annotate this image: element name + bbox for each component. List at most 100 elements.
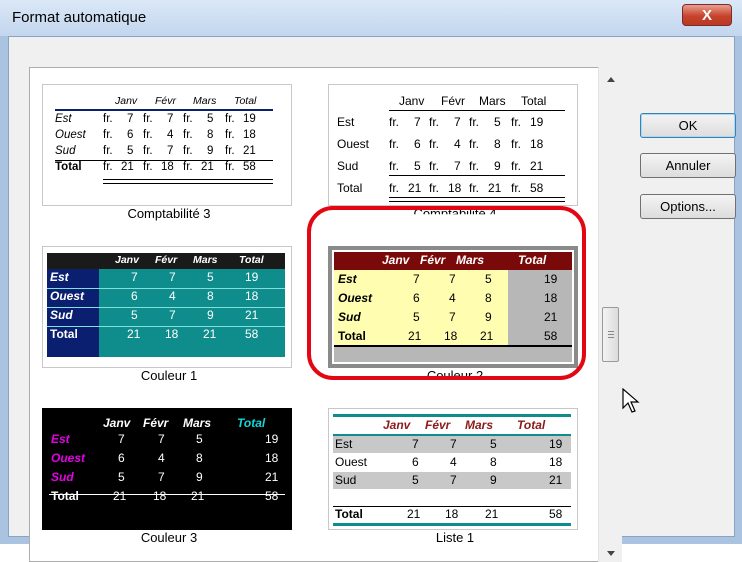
cell-value: 9 <box>207 145 214 157</box>
currency-label: fr. <box>183 113 193 125</box>
cell-value: 6 <box>414 137 421 151</box>
currency-label: fr. <box>511 159 522 173</box>
grip-line <box>608 337 614 338</box>
format-couleur-3[interactable]: Janv Févr Mars Total Est 7 7 5 19 Ouest 6 4 8 18 Sud 5 7… <box>34 400 304 550</box>
scroll-thumb[interactable] <box>602 307 619 362</box>
cell-value: 18 <box>243 129 256 141</box>
cell-value: 5 <box>412 473 419 487</box>
title-bar[interactable]: Format automatique X <box>0 0 742 36</box>
cell-value: 21 <box>485 507 499 521</box>
currency-label: fr. <box>511 137 522 151</box>
column-header: Févr <box>441 94 465 108</box>
cell-value: 7 <box>127 113 134 125</box>
column-header: Mars <box>193 254 218 266</box>
total-top-line <box>55 160 273 161</box>
grip-line <box>608 331 614 332</box>
cell-value: 8 <box>207 289 214 303</box>
column-header: Févr <box>143 416 169 430</box>
column-header: Total <box>237 416 266 430</box>
currency-label: fr. <box>143 161 153 173</box>
cell-value: 58 <box>530 181 544 195</box>
cancel-button[interactable]: Annuler <box>640 153 736 178</box>
top-teal-line <box>333 414 571 417</box>
cell-value: 4 <box>169 289 176 303</box>
vertical-scrollbar[interactable] <box>598 67 622 562</box>
format-couleur-1[interactable]: Janv Févr Mars Total Est 7 7 5 19 Ouest 6 4 8 18 Sud 5 7… <box>34 238 304 388</box>
ok-button[interactable]: OK <box>640 113 736 138</box>
cell-value: 7 <box>454 115 461 129</box>
cell-value: 9 <box>494 159 501 173</box>
cell-value: 58 <box>549 507 563 521</box>
currency-label: fr. <box>469 137 480 151</box>
cell-value: 5 <box>414 159 421 173</box>
currency-label: fr. <box>143 145 153 157</box>
currency-label: fr. <box>225 129 235 141</box>
currency-label: fr. <box>389 181 400 195</box>
cell-value: 7 <box>167 113 174 125</box>
cell-value: 21 <box>549 473 563 487</box>
currency-label: fr. <box>143 129 153 141</box>
format-label: Comptabilité 3 <box>127 206 211 221</box>
cell-value: 18 <box>153 489 167 503</box>
cell-value: 18 <box>265 451 279 465</box>
cell-value: 7 <box>450 473 457 487</box>
cell-value: 4 <box>158 451 165 465</box>
cell-value: 7 <box>158 432 165 446</box>
cell-value: 7 <box>167 145 174 157</box>
column-header: Janv <box>103 416 131 430</box>
row-label: Sud <box>50 308 73 322</box>
cell-value: 21 <box>243 145 256 157</box>
row-label: Est <box>335 437 353 451</box>
cell-value: 21 <box>203 327 217 341</box>
cell-value: 7 <box>412 437 419 451</box>
cell-value: 7 <box>169 308 176 322</box>
cell-value: 58 <box>243 161 256 173</box>
currency-label: fr. <box>183 129 193 141</box>
currency-label: fr. <box>103 129 113 141</box>
preview-liste-1: Janv Févr Mars Total Est 7 7 5 19 Ouest 6 4 8 18 Sud 5 7… <box>328 408 578 530</box>
cell-value: 4 <box>167 129 174 141</box>
row-label: Total <box>51 489 79 503</box>
cell-value: 8 <box>494 137 501 151</box>
dialog-window: Format automatique X Janv Févr Mars Total Es… <box>0 0 742 562</box>
cell-value: 4 <box>450 455 457 469</box>
currency-label: fr. <box>143 113 153 125</box>
cell-value: 19 <box>245 270 259 284</box>
format-label: Couleur 1 <box>140 368 198 383</box>
format-liste-1[interactable]: Janv Févr Mars Total Est 7 7 5 19 Ouest 6 4 8 18 Sud 5 7… <box>320 400 590 550</box>
cell-value: 6 <box>118 451 125 465</box>
cell-value: 8 <box>207 129 214 141</box>
scroll-up-arrow-icon[interactable] <box>607 77 615 82</box>
column-header: Janv <box>115 95 138 107</box>
cell-value: 21 <box>121 161 134 173</box>
options-button[interactable]: Options... <box>640 194 736 219</box>
currency-label: fr. <box>225 145 235 157</box>
currency-label: fr. <box>103 161 113 173</box>
currency-label: fr. <box>429 137 440 151</box>
cell-value: 9 <box>196 470 203 484</box>
cell-value: 58 <box>265 489 279 503</box>
row-label: Est <box>50 270 69 284</box>
row-label: Total <box>50 327 78 341</box>
column-header: Janv <box>115 254 139 266</box>
row-label: Sud <box>55 145 76 157</box>
close-button[interactable]: X <box>682 4 732 26</box>
scroll-down-arrow-icon[interactable] <box>607 551 615 556</box>
sud-underline <box>389 175 565 176</box>
cell-value: 7 <box>450 437 457 451</box>
cell-value: 21 <box>488 181 502 195</box>
preview-comptabilite-4: Janv Févr Mars Total Est fr. 7 fr. 7 fr. 5 fr. 19 Oue… <box>328 84 578 206</box>
format-comptabilite-3[interactable]: Janv Févr Mars Total Est fr. 7 fr. 7 fr. 5 fr. 19 Oue… <box>34 76 304 226</box>
cell-value: 18 <box>161 161 174 173</box>
column-header: Mars <box>479 94 506 108</box>
cell-value: 9 <box>490 473 497 487</box>
cell-value: 7 <box>158 470 165 484</box>
currency-label: fr. <box>183 145 193 157</box>
row-label: Total <box>337 181 363 195</box>
row-label: Ouest <box>335 455 368 469</box>
cell-value: 21 <box>245 308 259 322</box>
column-header: Févr <box>425 418 451 432</box>
cell-value: 19 <box>549 437 563 451</box>
format-comptabilite-4[interactable]: Janv Févr Mars Total Est fr. 7 fr. 7 fr. 5 fr. 19 Oue… <box>320 76 590 226</box>
currency-label: fr. <box>389 115 400 129</box>
